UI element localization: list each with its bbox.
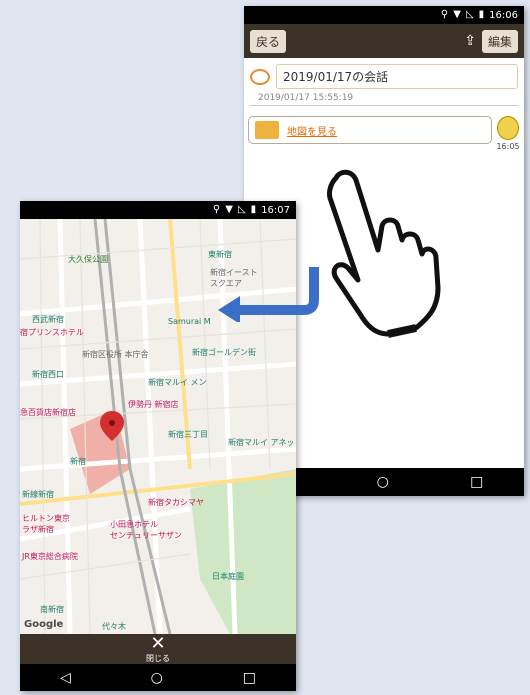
map-icon xyxy=(255,121,279,139)
map-label: Samurai M xyxy=(168,317,211,326)
map-label: 新宿タカシマヤ xyxy=(148,498,204,507)
status-bar: ⚲ ▼ ◺ ▮ 16:07 xyxy=(20,201,296,219)
edit-button[interactable]: 編集 xyxy=(481,29,518,53)
tap-hand-icon xyxy=(327,169,441,338)
view-map-link[interactable]: 地図を見る xyxy=(287,123,337,138)
close-button[interactable]: ✕ 閉じる xyxy=(20,634,296,664)
signal-icon: ◺ xyxy=(237,204,246,215)
map-label: 代々木 xyxy=(102,622,126,631)
conversation-datetime: 2019/01/17 15:55:19 xyxy=(250,91,518,106)
recents-nav-icon[interactable]: □ xyxy=(243,671,256,685)
conversation-header: 2019/01/17の会話 xyxy=(244,58,524,89)
map-label: JR東京総合病院 xyxy=(22,552,78,561)
status-bar: ⚲ ▼ ◺ ▮ 16:06 xyxy=(244,6,524,24)
map-label: 新宿マルイ アネッ xyxy=(228,438,295,447)
map-label: 南新宿 xyxy=(40,605,64,614)
map-label: 新宿区役所 本庁舎 xyxy=(82,350,149,359)
map-label: 新宿三丁目 xyxy=(168,430,208,439)
map-label: 東新宿 xyxy=(208,250,232,259)
battery-icon: ▮ xyxy=(478,9,485,20)
message-row: 地図を見る 16:05 xyxy=(244,106,524,151)
conversation-title: 2019/01/17の会話 xyxy=(276,64,518,89)
toolbar: 戻る ⇪ 編集 xyxy=(244,24,524,58)
map-label: 新宿 xyxy=(70,457,86,466)
map-label: 日本庭園 xyxy=(212,572,244,581)
transition-arrow-icon xyxy=(218,267,319,322)
nav-bar: ◁ ○ □ xyxy=(20,664,296,691)
map-label: 西武新宿 xyxy=(32,315,64,324)
status-time: 16:06 xyxy=(489,9,518,21)
map-label: 小田急ホテル センチュリーサザン xyxy=(110,520,182,540)
signal-icon: ◺ xyxy=(465,9,474,20)
recents-nav-icon[interactable]: □ xyxy=(470,475,483,489)
close-label: 閉じる xyxy=(146,653,170,663)
home-nav-icon[interactable]: ○ xyxy=(377,475,389,489)
message-time: 16:05 xyxy=(496,142,520,151)
map-label: 新宿ゴールデン街 xyxy=(192,348,256,357)
map-label: ヒルトン東京 ラザ新宿 xyxy=(22,514,70,534)
map-label: 伊勢丹 新宿店 xyxy=(128,400,179,409)
map-label: 新宿西口 xyxy=(32,370,64,379)
wifi-icon: ▼ xyxy=(225,204,233,215)
google-logo: Google xyxy=(24,619,64,630)
map-label: 新線新宿 xyxy=(22,490,54,499)
wifi-icon: ▼ xyxy=(453,9,461,20)
back-nav-icon[interactable]: ◁ xyxy=(60,671,71,685)
location-icon: ⚲ xyxy=(440,9,449,20)
battery-icon: ▮ xyxy=(250,204,257,215)
status-time: 16:07 xyxy=(261,204,290,216)
home-nav-icon[interactable]: ○ xyxy=(151,671,163,685)
close-icon: ✕ xyxy=(150,632,166,654)
share-icon[interactable]: ⇪ xyxy=(464,33,476,49)
map-label: 宿プリンスホテル xyxy=(20,328,84,337)
avatar xyxy=(497,116,519,140)
map-label: 急百貨店新宿店 xyxy=(20,408,76,417)
chat-bubble-icon xyxy=(250,68,270,85)
message-bubble[interactable]: 地図を見る xyxy=(248,116,492,144)
back-button[interactable]: 戻る xyxy=(250,29,287,53)
map-label: 大久保公園 xyxy=(68,255,108,264)
map-label: 新宿マルイ メン xyxy=(148,378,207,387)
location-icon: ⚲ xyxy=(212,204,221,215)
